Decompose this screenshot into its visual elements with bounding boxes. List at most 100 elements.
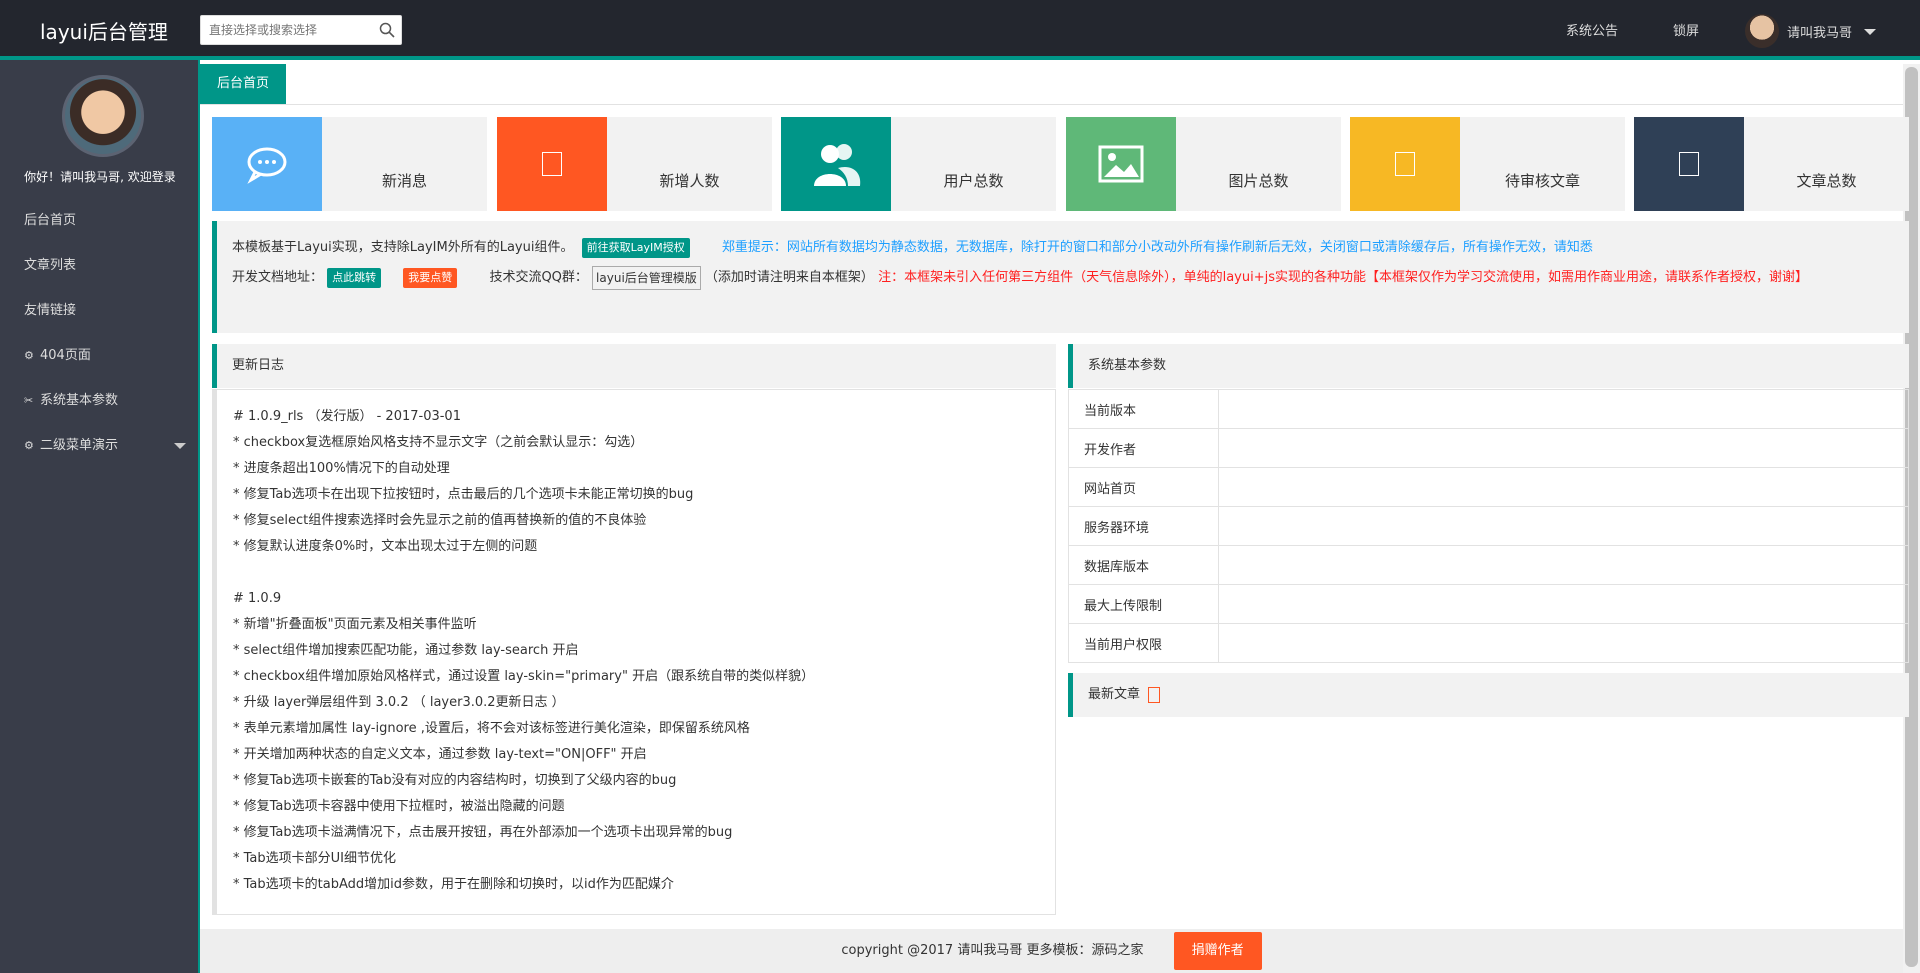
stat-card-total-users[interactable]: 用户总数 [781, 117, 1056, 211]
newest-articles-title: 最新文章 [1068, 673, 1909, 717]
changelog-line: * 修复默认进度条0%时，文本出现太过于左侧的问题 [233, 539, 538, 554]
sidebar-item-articles[interactable]: 文章列表 [0, 243, 198, 288]
search-input[interactable] [201, 16, 371, 44]
nav-announcement[interactable]: 系统公告 [1566, 20, 1618, 39]
sidebar-item-label: 404页面 [40, 348, 91, 363]
params-title: 系统基本参数 [1068, 344, 1909, 388]
table-row: 服务器环境 [1068, 506, 1909, 546]
param-key: 数据库版本 [1068, 545, 1219, 585]
footer: copyright @2017 请叫我马哥 更多模板：源码之家 捐赠作者 [200, 929, 1903, 973]
table-row: 当前用户权限 [1068, 623, 1909, 663]
notice-intro: 本模板基于Layui实现，支持除LayIM外所有的Layui组件。 [232, 240, 574, 255]
changelog-line: # 1.0.9 [233, 591, 282, 606]
placeholder-icon [1350, 117, 1460, 211]
qq-group-image[interactable]: layui后台管理模版 [592, 265, 701, 290]
param-key: 当前版本 [1068, 389, 1219, 429]
changelog-line: * 修复Tab选项卡在出现下拉按钮时，点击最后的几个选项卡未能正常切换的bug [233, 487, 694, 502]
changelog-line: * 升级 layer弹层组件到 3.0.2 （ layer3.0.2更新日志 ） [233, 695, 565, 710]
chevron-down-icon [174, 443, 186, 449]
sidebar-item-label: 文章列表 [24, 258, 77, 273]
changelog-line: * 进度条超出100%情况下的自动处理 [233, 461, 450, 476]
image-icon [1066, 117, 1176, 211]
sidebar-item-label: 友情链接 [24, 303, 77, 318]
wrench-icon: ✂ [24, 394, 34, 407]
avatar [1745, 14, 1779, 48]
app-logo[interactable]: layui后台管理 [40, 16, 168, 45]
stat-card-new-users[interactable]: 新增人数 [497, 117, 772, 211]
avatar [62, 75, 144, 157]
search-box[interactable] [200, 15, 402, 45]
changelog-line: * 修复Tab选项卡嵌套的Tab没有对应的内容结构时，切换到了父级内容的bug [233, 773, 677, 788]
changelog-line: * 开关增加两种状态的自定义文本，通过参数 lay-text="ON|OFF" … [233, 747, 647, 762]
stat-label: 用户总数 [943, 172, 1004, 190]
sidebar-item-label: 二级菜单演示 [40, 438, 119, 453]
changelog-line: * checkbox组件增加原始风格样式，通过设置 lay-skin="prim… [233, 669, 815, 684]
stat-label: 文章总数 [1796, 172, 1857, 190]
placeholder-icon [1634, 117, 1744, 211]
layim-license-button[interactable]: 前往获取LayIM授权 [581, 238, 690, 258]
sidebar-item-label: 系统基本参数 [40, 393, 119, 408]
table-row: 最大上传限制 [1068, 584, 1909, 624]
tab-home[interactable]: 后台首页 [200, 64, 286, 104]
param-value [1218, 506, 1909, 546]
changelog-line: * 新增"折叠面板"页面元素及相关事件监听 [233, 617, 477, 632]
sidebar-item-404[interactable]: ⚙ 404页面 [0, 333, 198, 378]
changelog-line: * 修复Tab选项卡容器中使用下拉框时，被溢出隐藏的问题 [233, 799, 565, 814]
robot-icon: ⚙ [24, 439, 34, 452]
stat-card-messages[interactable]: 新消息 [212, 117, 487, 211]
users-icon [781, 117, 891, 211]
changelog-line: * 修复select组件搜索选择时会先显示之前的值再替换新的值的不良体验 [233, 513, 647, 528]
notice-warning: 郑重提示：网站所有数据均为静态数据，无数据库，除打开的窗口和部分小改动外所有操作… [721, 240, 1593, 255]
changelog-line [233, 560, 1039, 586]
changelog-body: # 1.0.9_rls （发行版） - 2017-03-01 * checkbo… [212, 389, 1056, 915]
doc-link-button[interactable]: 点此跳转 [327, 268, 382, 288]
copyright-text: copyright @2017 请叫我马哥 更多模板：源码之家 [841, 943, 1144, 958]
nav-lock-screen[interactable]: 锁屏 [1673, 20, 1699, 39]
newest-articles-label: 最新文章 [1088, 687, 1141, 702]
params-table: 当前版本 开发作者 网站首页 服务器环境 数据库版本 最大上传限制 当前用户权限 [1068, 389, 1909, 663]
param-value [1218, 428, 1909, 468]
stat-card-images[interactable]: 图片总数 [1066, 117, 1341, 211]
header-accent-line [0, 56, 1920, 60]
notice-box: 本模板基于Layui实现，支持除LayIM外所有的Layui组件。 前往获取La… [212, 221, 1909, 333]
table-row: 网站首页 [1068, 467, 1909, 507]
changelog-line: * select组件增加搜索匹配功能，通过参数 lay-search 开启 [233, 643, 579, 658]
search-icon[interactable] [379, 22, 395, 38]
table-row: 数据库版本 [1068, 545, 1909, 585]
param-value [1218, 623, 1909, 663]
stat-card-pending[interactable]: 待审核文章 [1350, 117, 1625, 211]
changelog-line: * Tab选项卡的tabAdd增加id参数，用于在删除和切换时，以id作为匹配媒… [233, 877, 674, 892]
tab-bar: 后台首页 [200, 64, 1920, 105]
chevron-down-icon [1864, 29, 1877, 35]
stat-card-articles[interactable]: 文章总数 [1634, 117, 1909, 211]
sidebar-item-home[interactable]: 后台首页 [0, 198, 198, 243]
qq-note: （添加时请注明来自本框架） [704, 270, 874, 285]
message-icon [212, 117, 322, 211]
stat-label: 待审核文章 [1504, 172, 1580, 190]
param-value [1218, 584, 1909, 624]
changelog-line: * 修复Tab选项卡溢满情况下，点击展开按钮，再在外部添加一个选项卡出现异常的b… [233, 825, 733, 840]
param-value [1218, 389, 1909, 429]
donate-button[interactable]: 捐赠作者 [1173, 931, 1262, 970]
notice-disclaimer: 注：本框架未引入任何第三方组件（天气信息除外），单纯的layui+js实现的各种… [878, 270, 1808, 285]
stat-label: 图片总数 [1228, 172, 1289, 190]
changelog-line: * Tab选项卡部分UI细节优化 [233, 851, 396, 866]
robot-icon: ⚙ [24, 349, 34, 362]
param-value [1218, 467, 1909, 507]
stat-label: 新消息 [381, 172, 427, 190]
qq-label: 技术交流QQ群： [489, 270, 588, 285]
sidebar-item-links[interactable]: 友情链接 [0, 288, 198, 333]
param-key: 最大上传限制 [1068, 584, 1219, 624]
welcome-text: 你好！请叫我马哥, 欢迎登录 [24, 170, 176, 184]
user-menu[interactable]: 请叫我马哥 [1745, 14, 1877, 48]
changelog-line: # 1.0.9_rls （发行版） - 2017-03-01 [233, 409, 461, 424]
sidebar-item-submenu[interactable]: ⚙ 二级菜单演示 [0, 423, 198, 468]
sidebar-divider [198, 60, 200, 973]
doc-label: 开发文档地址： [232, 270, 324, 285]
param-key: 网站首页 [1068, 467, 1219, 507]
username: 请叫我马哥 [1787, 25, 1853, 41]
sidebar-item-system-params[interactable]: ✂ 系统基本参数 [0, 378, 198, 423]
param-key: 开发作者 [1068, 428, 1219, 468]
like-button[interactable]: 我要点赞 [403, 268, 458, 288]
changelog-title: 更新日志 [212, 344, 1056, 388]
